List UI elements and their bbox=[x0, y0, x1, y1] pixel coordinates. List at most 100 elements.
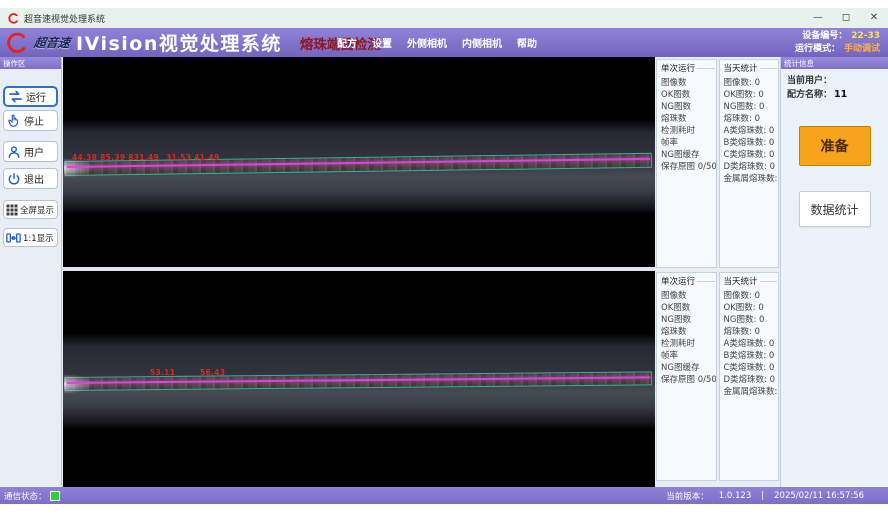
titlebar: 超音速视觉处理系统 — ◻ ✕ bbox=[0, 8, 888, 28]
window-title: 超音速视觉处理系统 bbox=[24, 12, 105, 25]
recipe-name-value: 11 bbox=[834, 89, 847, 100]
stat-row: 检测耗时 bbox=[661, 338, 715, 350]
measurement-annotation: 53.11 bbox=[150, 368, 175, 377]
stat-row: NG图缓存 bbox=[661, 362, 715, 374]
app-header: 超音速 IVision视觉处理系统 熔珠端面检测 配方 设置 外侧相机 内侧相机… bbox=[0, 28, 888, 57]
run-button-label: 运行 bbox=[26, 89, 46, 104]
main-menu: 配方 设置 外侧相机 内侧相机 帮助 bbox=[337, 28, 537, 57]
stat-row: OK图数 bbox=[661, 302, 715, 314]
stat-row: A类熔珠数: 0 bbox=[724, 338, 778, 350]
stats-region: 单次运行 图像数OK图数NG图数熔珠数检测耗时帧率NG图缓存保存原图 0/500… bbox=[655, 57, 780, 487]
stop-button[interactable]: 停止 bbox=[3, 110, 58, 131]
single-run-title: 单次运行 bbox=[661, 275, 715, 287]
run-mode-value: 手动调试 bbox=[844, 43, 880, 56]
exit-button-label: 退出 bbox=[24, 171, 44, 186]
camera-view-bottom: 53.11 56.43 bbox=[63, 271, 655, 487]
measurement-annotation: 44.38 85.39 831.49 bbox=[72, 153, 159, 162]
info-panel-title: 统计信息 bbox=[781, 57, 888, 69]
stat-row: D类熔珠数: 0 bbox=[724, 374, 778, 386]
info-panel: 统计信息 当前用户： 配方名称：11 准备 数据统计 bbox=[780, 57, 888, 487]
menu-item-outer-camera[interactable]: 外侧相机 bbox=[407, 35, 447, 50]
stats-group-top: 单次运行 图像数OK图数NG图数熔珠数检测耗时帧率NG图缓存保存原图 0/500… bbox=[656, 59, 779, 268]
stat-row: 熔珠数: 0 bbox=[724, 326, 778, 338]
stat-row: NG图缓存 bbox=[661, 149, 715, 161]
maximize-button[interactable]: ◻ bbox=[840, 13, 852, 23]
version-value: 1.0.123 bbox=[719, 491, 751, 501]
brand-swirl-icon bbox=[6, 32, 28, 54]
camera-view-top: 44.38 85.39 831.49 31.53 41.49 bbox=[63, 57, 655, 267]
stat-row: 保存原图 0/500 bbox=[661, 161, 715, 173]
one-to-one-button-label: 1:1显示 bbox=[23, 232, 54, 244]
today-stats-title: 当天统计 bbox=[724, 275, 778, 287]
stats-group-bottom: 单次运行 图像数OK图数NG图数熔珠数检测耗时帧率NG图缓存保存原图 0/500… bbox=[656, 272, 779, 481]
operation-sidebar: 操作区 运行 停止 用户 退出 全屏显示 1:1显示 bbox=[0, 57, 62, 487]
stat-row: D类熔珠数: 0 bbox=[724, 161, 778, 173]
stat-row: 检测耗时 bbox=[661, 125, 715, 137]
version-label: 当前版本： bbox=[666, 490, 709, 502]
today-stats-title: 当天统计 bbox=[724, 62, 778, 74]
current-user-label: 当前用户： bbox=[787, 76, 832, 86]
comm-status-indicator bbox=[50, 491, 60, 501]
stat-row: 保存原图 0/500 bbox=[661, 374, 715, 386]
single-run-panel: 单次运行 图像数OK图数NG图数熔珠数检测耗时帧率NG图缓存保存原图 0/500 bbox=[656, 272, 717, 481]
camera-viewport: 44.38 85.39 831.49 31.53 41.49 53.11 56.… bbox=[63, 57, 655, 487]
stat-row: OK图数: 0 bbox=[724, 302, 778, 314]
stat-row: 熔珠数 bbox=[661, 113, 715, 125]
stat-row: B类熔珠数: 0 bbox=[724, 350, 778, 362]
stat-row: NG图数 bbox=[661, 101, 715, 113]
run-mode-label: 运行模式： bbox=[795, 43, 840, 56]
stat-row: B类熔珠数: 0 bbox=[724, 137, 778, 149]
datetime-value: 2025/02/11 16:57:56 bbox=[774, 491, 864, 501]
user-button[interactable]: 用户 bbox=[3, 141, 58, 162]
prepare-button[interactable]: 准备 bbox=[799, 126, 871, 166]
data-statistics-button[interactable]: 数据统计 bbox=[799, 191, 871, 227]
stat-row: C类熔珠数: 0 bbox=[724, 362, 778, 374]
status-bar: 通信状态： 当前版本： 1.0.123 | 2025/02/11 16:57:5… bbox=[0, 487, 888, 504]
today-stats-panel: 当天统计 图像数: 0OK图数: 0NG图数: 0熔珠数: 0A类熔珠数: 0B… bbox=[719, 59, 780, 268]
fullscreen-button[interactable]: 全屏显示 bbox=[3, 200, 58, 219]
stat-row: 图像数 bbox=[661, 290, 715, 302]
device-id-label: 设备编号： bbox=[802, 30, 847, 43]
statusbar-separator: | bbox=[761, 491, 764, 501]
fullscreen-button-label: 全屏显示 bbox=[20, 204, 54, 216]
stat-row: A类熔珠数: 0 bbox=[724, 125, 778, 137]
run-button[interactable]: 运行 bbox=[3, 86, 58, 107]
stat-row: 熔珠数: 0 bbox=[724, 113, 778, 125]
measurement-annotation: 56.43 bbox=[200, 368, 225, 377]
one-to-one-icon bbox=[6, 232, 21, 244]
stat-row: NG图数: 0 bbox=[724, 314, 778, 326]
menu-item-help[interactable]: 帮助 bbox=[517, 35, 537, 50]
stat-row: OK图数 bbox=[661, 89, 715, 101]
stat-row: OK图数: 0 bbox=[724, 89, 778, 101]
one-to-one-button[interactable]: 1:1显示 bbox=[3, 228, 58, 247]
measurement-annotation: 31.53 41.49 bbox=[166, 153, 219, 162]
minimize-button[interactable]: — bbox=[812, 13, 824, 23]
user-button-label: 用户 bbox=[24, 144, 44, 159]
stat-row: NG图数 bbox=[661, 314, 715, 326]
comm-status-label: 通信状态： bbox=[4, 490, 47, 502]
stat-row: 图像数: 0 bbox=[724, 290, 778, 302]
device-id-value: 22-33 bbox=[851, 30, 880, 43]
exit-button[interactable]: 退出 bbox=[3, 168, 58, 189]
brand-logo-text: 超音速 bbox=[33, 34, 71, 51]
stat-row: 图像数 bbox=[661, 77, 715, 89]
stat-row: 金属屑熔珠数: 0 bbox=[724, 386, 778, 398]
app-window: 超音速视觉处理系统 — ◻ ✕ 超音速 IVision视觉处理系统 熔珠端面检测… bbox=[0, 0, 888, 522]
fullscreen-grid-icon bbox=[6, 204, 18, 216]
single-run-panel: 单次运行 图像数OK图数NG图数熔珠数检测耗时帧率NG图缓存保存原图 0/500 bbox=[656, 59, 717, 268]
stat-row: NG图数: 0 bbox=[724, 101, 778, 113]
stat-row: 帧率 bbox=[661, 137, 715, 149]
single-run-title: 单次运行 bbox=[661, 62, 715, 74]
today-stats-panel: 当天统计 图像数: 0OK图数: 0NG图数: 0熔珠数: 0A类熔珠数: 0B… bbox=[719, 272, 780, 481]
recipe-name-label: 配方名称： bbox=[787, 90, 832, 100]
stat-row: 帧率 bbox=[661, 350, 715, 362]
menu-item-inner-camera[interactable]: 内侧相机 bbox=[462, 35, 502, 50]
close-button[interactable]: ✕ bbox=[868, 13, 880, 23]
menu-item-recipe[interactable]: 配方 bbox=[337, 35, 357, 50]
sidebar-title: 操作区 bbox=[0, 57, 61, 69]
menu-item-settings[interactable]: 设置 bbox=[372, 35, 392, 50]
app-logo-icon bbox=[8, 13, 19, 24]
user-icon bbox=[7, 145, 21, 159]
stat-row: 金属屑熔珠数: 0 bbox=[724, 173, 778, 185]
device-info: 设备编号： 22-33 运行模式： 手动调试 bbox=[795, 30, 880, 56]
